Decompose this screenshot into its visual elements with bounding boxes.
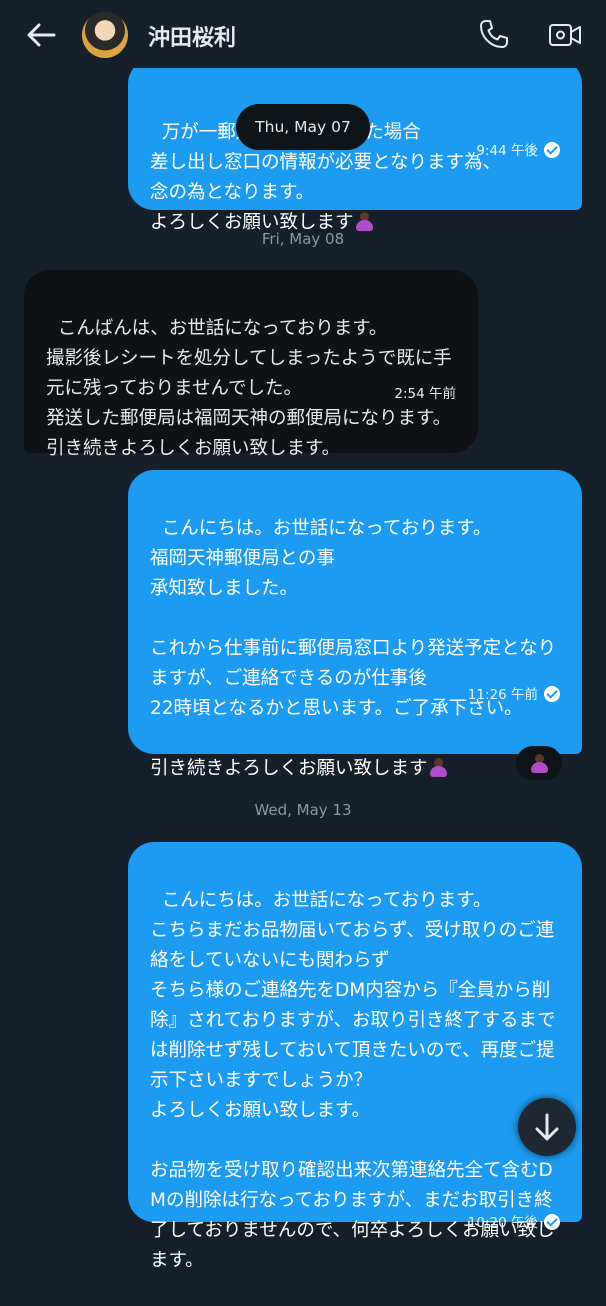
message-time: 10:20 午後	[467, 1215, 538, 1231]
message-bubble-outgoing[interactable]: こんにちは。お世話になっております。 こちらまだお品物届いておらず、受け取りのご…	[128, 842, 582, 1271]
arrow-down-icon	[535, 1113, 559, 1141]
phone-icon[interactable]	[478, 18, 510, 50]
message-meta: 9:44 午後	[459, 106, 560, 196]
floating-date-pill: Thu, May 07	[236, 104, 370, 150]
message-time: 9:44 午後	[476, 143, 538, 159]
read-check-icon	[544, 1214, 560, 1230]
person-bowing-emoji	[428, 757, 448, 777]
message-reaction[interactable]	[516, 746, 562, 780]
person-bowing-emoji	[354, 211, 374, 231]
read-check-icon	[544, 142, 560, 158]
message-bubble-incoming[interactable]: こんばんは、お世話になっております。 撮影後レシートを処分してしまったようで既に…	[24, 270, 478, 459]
message-meta: 2:54 午前	[377, 349, 456, 439]
person-bowing-emoji	[529, 753, 549, 773]
video-call-icon[interactable]	[548, 20, 582, 50]
date-separator: Wed, May 13	[254, 801, 352, 819]
avatar[interactable]	[82, 12, 128, 58]
conversation-header: 沖田桜利	[0, 0, 606, 68]
message-time: 2:54 午前	[394, 386, 456, 402]
message-meta: 10:20 午後	[451, 1178, 560, 1268]
date-separator: Fri, May 08	[261, 230, 345, 248]
contact-name[interactable]: 沖田桜利	[148, 20, 236, 52]
read-check-icon	[544, 686, 560, 702]
scroll-to-bottom-button[interactable]	[518, 1098, 576, 1156]
back-arrow-icon[interactable]	[24, 18, 58, 52]
message-bubble-outgoing[interactable]: こんにちは。お世話になっております。 福岡天神郵便局との事 承知致しました。 こ…	[128, 470, 582, 779]
message-time: 11:26 午前	[467, 687, 538, 703]
message-meta: 11:26 午前	[451, 650, 560, 740]
